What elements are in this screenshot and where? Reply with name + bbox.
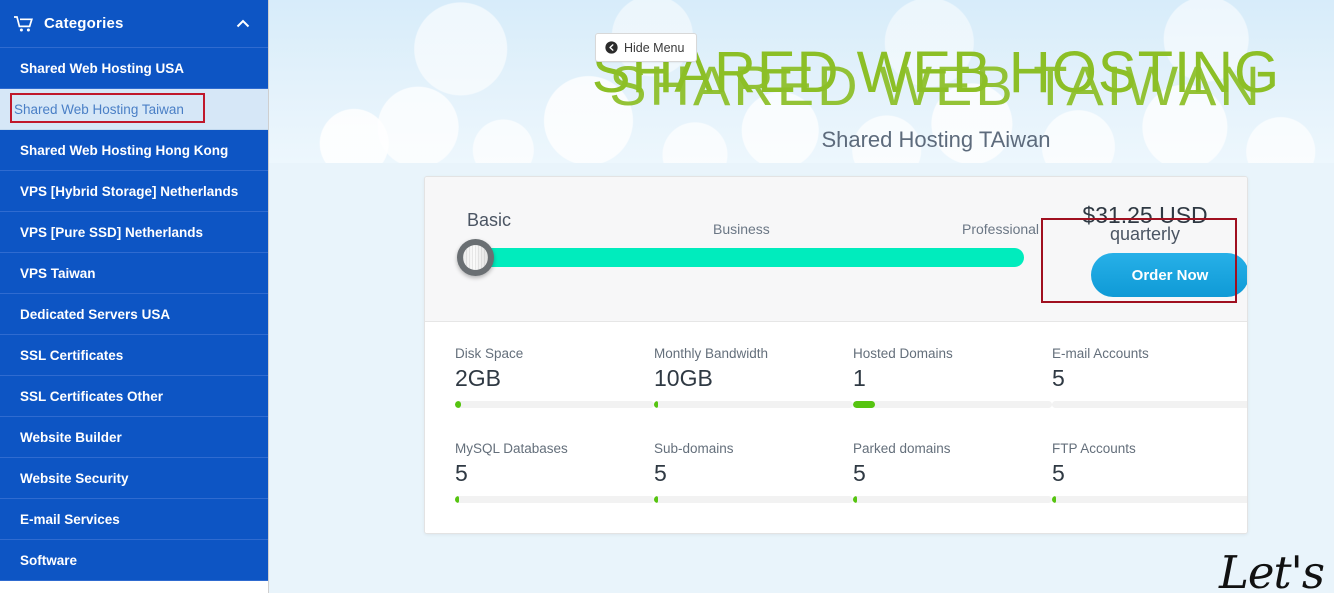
sidebar-item-software[interactable]: Software: [0, 540, 268, 581]
product-card: Basic Business Professional $31.25 USD q…: [424, 176, 1248, 535]
tier-label-professional[interactable]: Professional: [962, 221, 1039, 237]
sidebar-item-vps-hybrid-storage-netherlands[interactable]: VPS [Hybrid Storage] Netherlands: [0, 171, 268, 212]
hide-menu-label: Hide Menu: [624, 40, 685, 55]
order-now-button[interactable]: Order Now: [1091, 253, 1247, 297]
sidebar-item-shared-web-hosting-taiwan[interactable]: Shared Web Hosting Taiwan: [0, 89, 268, 130]
sidebar-item-label: VPS [Pure SSD] Netherlands: [20, 224, 204, 240]
sidebar-item-label: Shared Web Hosting Hong Kong: [20, 142, 229, 158]
sidebar-inner: Categories Shared Web Hosting USA Shared…: [0, 0, 268, 581]
sidebar-item-label: Software: [20, 552, 78, 568]
plan-slider-handle[interactable]: [457, 239, 494, 276]
feature-label: MySQL Databases: [455, 441, 568, 457]
sidebar-item-ssl-certificates[interactable]: SSL Certificates: [0, 335, 268, 376]
categories-sidebar: Categories Shared Web Hosting USA Shared…: [0, 0, 269, 593]
feature-progress-bar: [1052, 496, 1247, 504]
feature-value: 1: [853, 365, 866, 391]
sidebar-item-vps-pure-ssd-netherlands[interactable]: VPS [Pure SSD] Netherlands: [0, 212, 268, 253]
sidebar-item-label: Shared Web Hosting USA: [20, 60, 185, 76]
sidebar-item-shared-web-hosting-hong-kong[interactable]: Shared Web Hosting Hong Kong: [0, 130, 268, 171]
page-bottom-strip: [269, 583, 1334, 593]
feature-value: 5: [853, 460, 866, 487]
feature-progress-bar: [455, 401, 654, 409]
billing-cycle: quarterly: [1109, 224, 1181, 244]
main-content: SHARED WEB TAIWAN SHARED WEB HOSTING Sha…: [269, 0, 1334, 593]
feature-label: Hosted Domains: [853, 346, 953, 361]
sidebar-item-label: Website Builder: [20, 429, 122, 445]
sidebar-item-label: VPS Taiwan: [20, 265, 96, 281]
feature-mysql-databases: MySQL Databases 5: [455, 441, 654, 504]
feature-progress-bar: [654, 496, 853, 504]
sidebar-item-label: Shared Web Hosting Taiwan: [14, 101, 184, 117]
feature-e-mail-accounts: E-mail Accounts 5: [1052, 346, 1247, 409]
sidebar-item-label: SSL Certificates: [20, 347, 124, 363]
feature-value: 2GB: [455, 365, 502, 391]
sidebar-item-label: Dedicated Servers USA: [20, 306, 171, 322]
sidebar-title: Categories: [44, 15, 124, 32]
sidebar-item-website-security[interactable]: Website Security: [0, 458, 268, 499]
sidebar-item-label: Website Security: [20, 470, 129, 486]
sidebar-item-dedicated-servers-usa[interactable]: Dedicated Servers USA: [0, 294, 268, 335]
sidebar-header[interactable]: Categories: [0, 0, 268, 48]
feature-progress-bar: [853, 496, 1052, 504]
feature-monthly-bandwidth: Monthly Bandwidth 10GB: [654, 346, 853, 409]
sidebar-item-vps-taiwan[interactable]: VPS Taiwan: [0, 253, 268, 294]
feature-value: 10GB: [654, 365, 713, 391]
feature-value: 5: [1052, 460, 1065, 487]
features-grid: Disk Space 2GB Monthly Bandwidth 10GB Ho…: [425, 322, 1247, 534]
feature-value: 5: [654, 460, 667, 487]
feature-ftp-accounts: FTP Accounts 5: [1052, 441, 1247, 504]
plan-slider-track[interactable]: [467, 248, 1024, 267]
feature-progress-bar: [455, 496, 654, 504]
sidebar-item-label: E-mail Services: [20, 511, 120, 527]
hero-subtitle: Shared Hosting TAiwan: [821, 127, 1051, 152]
feature-progress-bar: [1052, 401, 1247, 409]
hide-menu-button[interactable]: Hide Menu: [595, 33, 698, 62]
feature-label: Sub-domains: [654, 441, 734, 457]
feature-label: FTP Accounts: [1052, 441, 1136, 457]
hero-title: SHARED WEB HOSTING: [591, 40, 1281, 105]
chevron-up-icon[interactable]: [235, 16, 251, 32]
back-arrow-circle-icon: [605, 41, 618, 54]
sidebar-item-shared-web-hosting-usa[interactable]: Shared Web Hosting USA: [0, 48, 268, 89]
feature-label: Disk Space: [455, 346, 524, 361]
cart-icon: [14, 15, 34, 32]
sidebar-item-ssl-certificates-other[interactable]: SSL Certificates Other: [0, 376, 268, 417]
feature-value: 5: [455, 460, 468, 487]
sidebar-item-e-mail-services[interactable]: E-mail Services: [0, 499, 268, 540]
feature-label: E-mail Accounts: [1052, 346, 1149, 361]
plan-selector: Basic Business Professional $31.25 USD q…: [425, 177, 1247, 322]
tier-label-basic[interactable]: Basic: [467, 210, 511, 231]
sidebar-item-website-builder[interactable]: Website Builder: [0, 417, 268, 458]
feature-parked-domains: Parked domains 5: [853, 441, 1052, 504]
feature-hosted-domains: Hosted Domains 1: [853, 346, 1052, 409]
tier-label-business[interactable]: Business: [713, 221, 770, 237]
sidebar-item-label: SSL Certificates Other: [20, 388, 164, 404]
feature-label: Monthly Bandwidth: [654, 346, 769, 361]
feature-label: Parked domains: [853, 441, 951, 457]
feature-progress-bar: [654, 401, 853, 409]
sidebar-item-shared-web-hosting-taiwan-wrap: Shared Web Hosting Taiwan: [0, 89, 268, 130]
page-root: Categories Shared Web Hosting USA Shared…: [0, 0, 1334, 593]
feature-sub-domains: Sub-domains 5: [654, 441, 853, 504]
feature-value: 5: [1052, 365, 1065, 391]
features-row: MySQL Databases 5 Sub-domains 5 Parked d…: [455, 441, 1247, 504]
feature-progress-bar: [853, 401, 1052, 409]
features-row: Disk Space 2GB Monthly Bandwidth 10GB Ho…: [455, 346, 1247, 409]
feature-disk-space: Disk Space 2GB: [455, 346, 654, 409]
sidebar-item-label: VPS [Hybrid Storage] Netherlands: [20, 183, 239, 199]
